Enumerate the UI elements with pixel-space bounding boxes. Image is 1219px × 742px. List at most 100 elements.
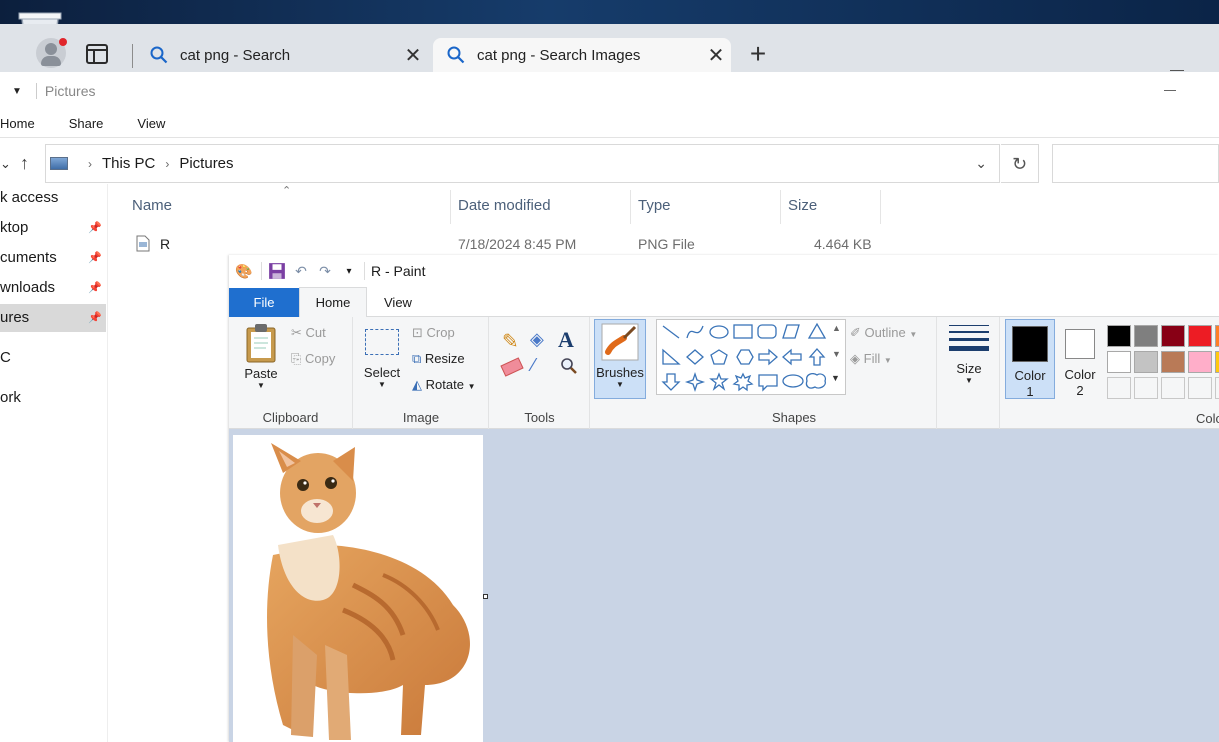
sort-ascending-icon: ⌃ [282,185,292,197]
quick-access-dropdown-icon[interactable]: ▼ [12,86,22,97]
color-picker-icon[interactable]: ⁄ [532,355,535,376]
fill-button[interactable]: ◈ Fill ▼ [850,351,892,367]
tab-view[interactable]: View [384,288,412,317]
undo-icon[interactable]: ↶ [292,262,310,280]
palette-swatch[interactable] [1161,325,1185,347]
address-bar[interactable]: › This PC › Pictures ⌄ [45,144,1000,183]
breadcrumb-this-pc[interactable]: This PC [102,155,155,172]
up-arrow-icon[interactable]: ↑ [20,153,29,174]
sidebar-item-quick-access[interactable]: k access [0,184,106,212]
outline-icon: ✐ [850,325,861,340]
chevron-down-icon: ▼ [467,382,476,391]
chevron-down-icon[interactable]: ⌄ [0,156,11,172]
scissors-icon: ✂ [291,325,302,340]
search-input[interactable] [1052,144,1219,183]
tab-home[interactable]: Home [299,287,367,318]
brushes-group: Brushes ▼ [591,317,651,429]
scroll-up-icon[interactable]: ▲ [832,323,841,333]
column-header-name[interactable]: Name [132,190,172,222]
breadcrumb-pictures[interactable]: Pictures [179,155,233,172]
profile-avatar-icon[interactable] [36,38,67,68]
more-shapes-icon[interactable]: ▼ [831,373,840,383]
navigation-pane: k access ktop 📌 cuments 📌 wnloads 📌 ures 📌 C… [0,184,108,742]
shapes-gallery[interactable] [656,319,846,395]
close-tab-icon[interactable]: ✕ [701,43,731,68]
menu-view[interactable]: View [137,116,165,131]
tab-file[interactable]: File [229,288,299,317]
palette-swatch[interactable] [1161,351,1185,373]
fill-bucket-icon[interactable]: ◈ [530,329,544,350]
file-row[interactable]: R 7/18/2024 8:45 PM PNG File 4.464 KB [108,232,888,256]
column-header-date[interactable]: Date modified [458,190,551,222]
browser-tab-1[interactable]: cat png - Search ✕ [136,38,428,72]
palette-swatch[interactable] [1188,351,1212,373]
palette-swatch[interactable] [1188,377,1212,399]
pin-icon: 📌 [88,252,102,264]
browser-tab-2[interactable]: cat png - Search Images ✕ [433,38,731,72]
chevron-down-icon: ▼ [965,376,973,385]
brushes-button[interactable]: Brushes ▼ [594,319,646,399]
palette-swatch[interactable] [1188,325,1212,347]
palette-swatch[interactable] [1107,325,1131,347]
palette-swatch[interactable] [1134,351,1158,373]
fill-icon: ◈ [850,351,860,366]
color2-button[interactable]: Color 2 [1055,319,1105,399]
menu-home[interactable]: Home [0,116,35,131]
crop-button[interactable]: ⊡ Crop [412,325,455,341]
group-label: Image [402,410,440,425]
copy-button[interactable]: ⎘ Copy [291,351,335,367]
explorer-minimize-icon[interactable] [1164,90,1176,91]
rotate-button[interactable]: ◭ Rotate ▼ [412,377,475,393]
resize-icon: ⧉ [412,351,422,366]
paint-title-bar: 🎨 ↶ ↷ ▾ R - Paint [229,255,1219,287]
size-button[interactable]: Size ▼ [948,323,990,385]
sidebar-item-this-pc[interactable]: C [0,344,106,372]
sidebar-item-documents[interactable]: cuments 📌 [0,244,106,272]
palette-swatch[interactable] [1215,377,1219,399]
image-canvas[interactable] [233,435,483,742]
palette-swatch[interactable] [1107,377,1131,399]
cut-button[interactable]: ✂ Cut [291,325,326,341]
tab-actions-icon[interactable] [86,44,108,64]
sidebar-item-pictures[interactable]: ures 📌 [0,304,106,332]
crop-icon: ⊡ [412,325,423,340]
refresh-button[interactable]: ↻ [1001,144,1039,183]
paint-app-icon[interactable]: 🎨 [235,262,253,280]
cat-image [267,443,470,740]
palette-swatch[interactable] [1215,325,1219,347]
menu-share[interactable]: Share [69,116,104,131]
magnifier-icon[interactable] [560,357,578,378]
palette-swatch[interactable] [1134,325,1158,347]
palette-swatch[interactable] [1215,351,1219,373]
sidebar-item-desktop[interactable]: ktop 📌 [0,214,106,242]
outline-button[interactable]: ✐ Outline ▼ [850,325,917,341]
select-button[interactable]: Select ▼ [362,325,402,389]
palette-swatch[interactable] [1161,377,1185,399]
canvas-area[interactable] [229,429,1219,742]
column-header-size[interactable]: Size [788,190,817,222]
palette-swatch[interactable] [1134,377,1158,399]
pin-icon: 📌 [88,282,102,294]
tab-title: cat png - Search [180,46,291,64]
resize-handle[interactable] [483,594,488,599]
chevron-down-icon: ▼ [616,380,624,389]
pencil-icon[interactable]: ✎ [502,329,519,354]
scroll-down-icon[interactable]: ▼ [832,349,841,359]
eraser-icon[interactable] [500,357,524,377]
color1-button[interactable]: Color 1 [1005,319,1055,399]
palette-swatch[interactable] [1107,351,1131,373]
customize-toolbar-icon[interactable]: ▾ [340,262,358,280]
new-tab-button[interactable]: + [745,40,771,68]
sidebar-item-network[interactable]: ork [0,384,106,412]
minimize-icon[interactable] [1170,70,1184,71]
close-tab-icon[interactable]: ✕ [398,43,428,68]
paste-button[interactable]: Paste ▼ [241,323,281,395]
chevron-down-icon: ▼ [378,380,386,389]
chevron-down-icon[interactable]: ⌄ [975,155,987,172]
save-icon[interactable] [268,262,286,280]
text-tool-icon[interactable]: A [558,327,574,353]
resize-button[interactable]: ⧉ Resize [412,351,465,367]
column-header-type[interactable]: Type [638,190,671,222]
sidebar-item-downloads[interactable]: wnloads 📌 [0,274,106,302]
redo-icon[interactable]: ↷ [316,262,334,280]
